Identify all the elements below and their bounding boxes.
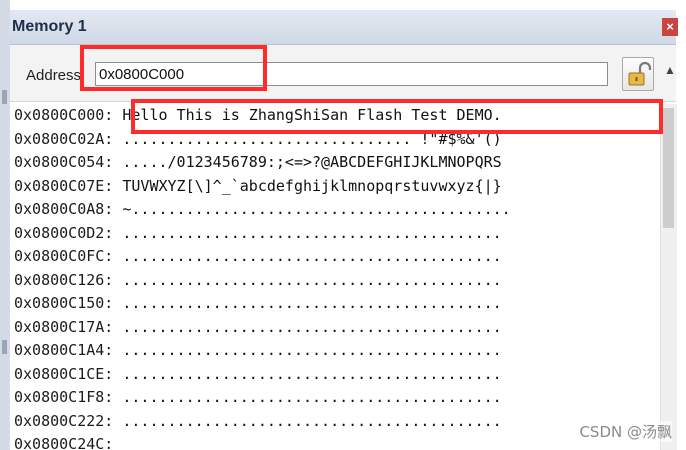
memory-row: 0x0800C0FC: ............................… bbox=[14, 245, 656, 269]
row-address: 0x0800C1A4: bbox=[14, 341, 114, 359]
left-edge-marker bbox=[2, 340, 7, 354]
memory-row: 0x0800C000: Hello This is ZhangShiSan Fl… bbox=[14, 104, 656, 128]
row-address: 0x0800C17A: bbox=[14, 317, 114, 336]
row-address: 0x0800C126: bbox=[14, 270, 114, 289]
row-address: 0x0800C0A8: bbox=[14, 200, 114, 218]
left-edge-marker bbox=[2, 90, 7, 104]
row-address: 0x0800C0D2: bbox=[14, 223, 114, 242]
row-address: 0x0800C1F8: bbox=[14, 388, 114, 406]
row-ascii-data: ........................................… bbox=[113, 270, 502, 289]
row-ascii-data: ........................................… bbox=[113, 341, 502, 359]
memory-row: 0x0800C24C: bbox=[14, 433, 656, 450]
memory-dump-view[interactable]: 0x0800C000: Hello This is ZhangShiSan Fl… bbox=[14, 104, 656, 450]
memory-row: 0x0800C1A4: ............................… bbox=[14, 339, 656, 363]
close-button[interactable]: × bbox=[662, 18, 678, 36]
window-title-bar: Memory 1 × bbox=[10, 10, 678, 45]
row-address: 0x0800C02A: bbox=[14, 129, 114, 148]
memory-row: 0x0800C0D2: ............................… bbox=[14, 222, 656, 246]
row-ascii-data: ........................................… bbox=[113, 294, 502, 312]
memory-row: 0x0800C17A: ............................… bbox=[14, 316, 656, 340]
address-input[interactable] bbox=[95, 62, 608, 86]
memory-row: 0x0800C054: ...../0123456789:;<=>?@ABCDE… bbox=[14, 151, 656, 175]
memory-row: 0x0800C150: ............................… bbox=[14, 292, 656, 316]
scrollbar-thumb[interactable] bbox=[663, 108, 674, 228]
row-ascii-data: ........................................… bbox=[113, 223, 502, 242]
address-toolbar: Address ▲ bbox=[10, 45, 676, 102]
row-ascii-data: ...../0123456789:;<=>?@ABCDEFGHIJKLMNOPQ… bbox=[113, 153, 502, 171]
lock-toggle-button[interactable] bbox=[622, 57, 654, 91]
row-address: 0x0800C000: bbox=[14, 106, 114, 124]
row-ascii-data: ~.......................................… bbox=[113, 200, 511, 218]
row-ascii-data: ........................................… bbox=[113, 364, 502, 383]
row-address: 0x0800C150: bbox=[14, 294, 114, 312]
row-ascii-data: ........................................… bbox=[113, 317, 502, 336]
memory-row: 0x0800C02A: ............................… bbox=[14, 128, 656, 152]
memory-row: 0x0800C07E: TUVWXYZ[\]^_`abcdefghijklmno… bbox=[14, 175, 656, 199]
memory-row: 0x0800C1CE: ............................… bbox=[14, 363, 656, 387]
row-address: 0x0800C222: bbox=[14, 411, 114, 430]
vertical-scrollbar[interactable] bbox=[660, 104, 677, 450]
scroll-up-arrow-icon[interactable]: ▲ bbox=[664, 63, 676, 77]
memory-row: 0x0800C0A8: ~...........................… bbox=[14, 198, 656, 222]
row-address: 0x0800C1CE: bbox=[14, 364, 114, 383]
watermark: CSDN @汤飘 bbox=[579, 421, 672, 442]
row-ascii-data: ........................................… bbox=[113, 388, 502, 406]
row-ascii-data: ........................................… bbox=[113, 411, 502, 430]
window-title: Memory 1 bbox=[12, 18, 87, 35]
left-panel-edge bbox=[0, 0, 10, 450]
row-address: 0x0800C054: bbox=[14, 153, 114, 171]
memory-row: 0x0800C126: ............................… bbox=[14, 269, 656, 293]
row-address: 0x0800C24C: bbox=[14, 435, 114, 450]
unlocked-padlock-icon bbox=[628, 61, 652, 86]
row-ascii-data: ................................ !"#$%&'… bbox=[113, 129, 502, 148]
address-label: Address bbox=[26, 67, 82, 84]
row-address: 0x0800C0FC: bbox=[14, 247, 114, 265]
row-address: 0x0800C07E: bbox=[14, 176, 114, 195]
row-ascii-data: Hello This is ZhangShiSan Flash Test DEM… bbox=[113, 106, 502, 124]
row-ascii-data: TUVWXYZ[\]^_`abcdefghijklmnopqrstuvwxyz{… bbox=[113, 176, 502, 195]
row-ascii-data: ........................................… bbox=[113, 247, 502, 265]
memory-row: 0x0800C222: ............................… bbox=[14, 410, 656, 434]
memory-row: 0x0800C1F8: ............................… bbox=[14, 386, 656, 410]
